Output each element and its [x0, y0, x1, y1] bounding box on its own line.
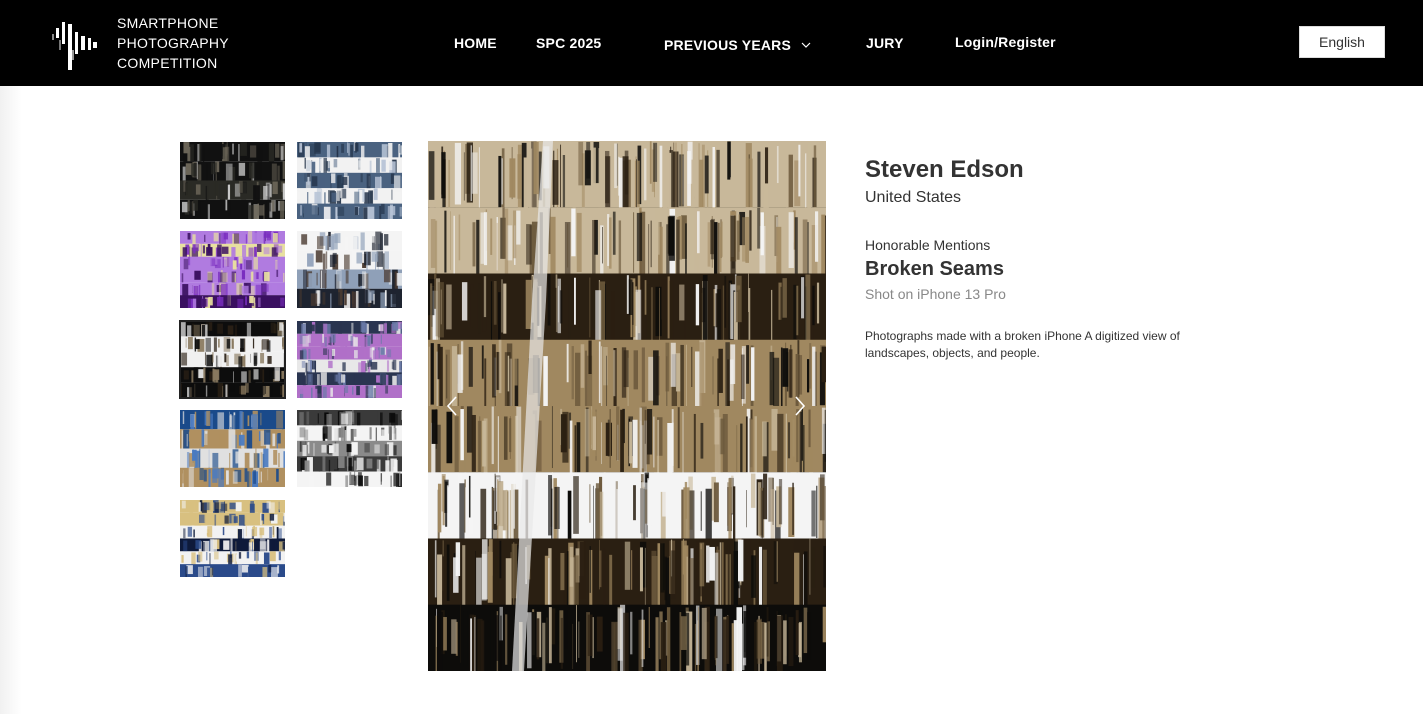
thumbnail-image — [180, 321, 285, 398]
thumbnail-image — [180, 500, 285, 577]
logo-line-1: SMARTPHONE — [117, 15, 219, 31]
gallery-thumbnail-active[interactable] — [179, 320, 286, 399]
gallery-thumbnail[interactable] — [180, 500, 285, 577]
thumbnail-image — [297, 410, 402, 487]
gallery-thumbnail[interactable] — [180, 231, 285, 308]
page-edge-shadow — [0, 86, 22, 714]
gallery-thumbnail[interactable] — [297, 410, 402, 487]
site-logo-icon[interactable] — [46, 14, 104, 72]
prev-photo-button[interactable] — [441, 393, 463, 419]
chevron-right-icon — [795, 396, 806, 416]
main-photo — [428, 141, 826, 671]
photo-title: Broken Seams — [865, 258, 1004, 280]
next-photo-button[interactable] — [789, 393, 811, 419]
chevron-left-icon — [446, 396, 457, 416]
thumbnail-image — [180, 410, 285, 487]
award-category: Honorable Mentions — [865, 237, 991, 253]
nav-previous-years-label: PREVIOUS YEARS — [664, 37, 792, 53]
gallery-thumbnail[interactable] — [297, 321, 402, 398]
site-header: SMARTPHONE PHOTOGRAPHY COMPETITION HOME … — [0, 0, 1423, 86]
gallery-thumbnail[interactable] — [180, 410, 285, 487]
nav-spc-2025[interactable]: SPC 2025 — [536, 35, 601, 51]
thumbnail-image — [180, 231, 285, 308]
artist-name: Steven Edson — [865, 156, 1024, 183]
gallery-thumbnail[interactable] — [297, 142, 402, 219]
thumbnail-image — [297, 321, 402, 398]
chevron-down-icon — [801, 35, 811, 51]
logo-line-2: PHOTOGRAPHY — [117, 35, 229, 51]
photo-description: Photographs made with a broken iPhone A … — [865, 329, 1180, 360]
device-info: Shot on iPhone 13 Pro — [865, 286, 1006, 302]
site-logo-text[interactable]: SMARTPHONE PHOTOGRAPHY COMPETITION — [117, 13, 229, 73]
nav-home[interactable]: HOME — [454, 35, 497, 51]
nav-jury[interactable]: JURY — [866, 35, 904, 51]
main-photo-image — [428, 141, 826, 671]
nav-login-register[interactable]: Login/Register — [955, 34, 1056, 50]
artist-country: United States — [865, 189, 962, 206]
thumbnail-image — [180, 142, 285, 219]
thumbnail-image — [297, 142, 402, 219]
language-selector[interactable]: English — [1299, 26, 1385, 58]
logo-line-3: COMPETITION — [117, 55, 218, 71]
gallery-thumbnail[interactable] — [297, 231, 402, 308]
nav-previous-years[interactable]: PREVIOUS YEARS — [664, 35, 811, 53]
thumbnail-image — [297, 231, 402, 308]
gallery-thumbnail[interactable] — [180, 142, 285, 219]
